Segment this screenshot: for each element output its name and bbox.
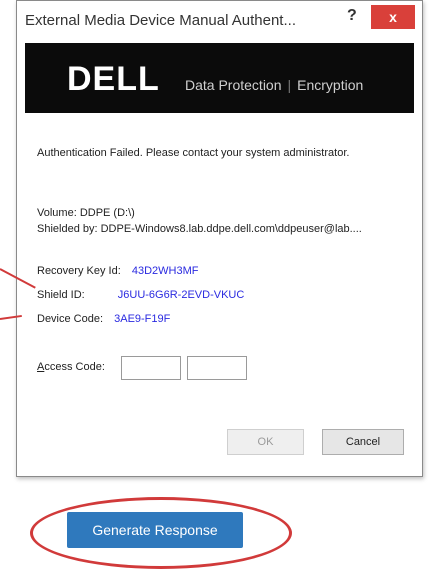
- window-title: External Media Device Manual Authent...: [25, 12, 296, 29]
- cancel-button[interactable]: Cancel: [322, 429, 404, 455]
- shield-id-row: Shield ID: J6UU-6G6R-2EVD-VKUC: [37, 289, 244, 301]
- shield-id-label: Shield ID:: [37, 289, 85, 301]
- volume-value: DDPE (D:\): [79, 207, 135, 219]
- access-code-input-2[interactable]: [187, 356, 247, 380]
- access-code-input-1[interactable]: [121, 356, 181, 380]
- background-window-edge: [0, 190, 17, 250]
- device-code-label: Device Code:: [37, 313, 104, 325]
- ok-button[interactable]: OK: [227, 429, 304, 455]
- shielded-by-value: DDPE-Windows8.lab.ddpe.dell.com\ddpeuser…: [100, 223, 362, 235]
- title-bar: External Media Device Manual Authent... …: [17, 1, 422, 41]
- status-message: Authentication Failed. Please contact yo…: [37, 147, 350, 159]
- recovery-key-label: Recovery Key Id:: [37, 265, 121, 277]
- shielded-by-row: Shielded by: DDPE-Windows8.lab.ddpe.dell…: [37, 223, 362, 235]
- volume-row: Volume: DDPE (D:\): [37, 207, 135, 219]
- device-code-row: Device Code: 3AE9-F19F: [37, 313, 170, 325]
- device-code-value: 3AE9-F19F: [114, 313, 171, 325]
- product-name: Data Protection | Encryption: [185, 77, 363, 93]
- shield-id-value: J6UU-6G6R-2EVD-VKUC: [117, 289, 245, 301]
- manual-authentication-dialog: External Media Device Manual Authent... …: [16, 0, 423, 477]
- close-button[interactable]: x: [371, 5, 415, 29]
- product-name-left: Data Protection: [185, 77, 282, 93]
- access-code-label: Access Code:: [37, 361, 105, 373]
- generate-response-button[interactable]: Generate Response: [67, 512, 243, 548]
- access-code-label-rest: ccess Code:: [44, 361, 105, 373]
- product-name-right: Encryption: [297, 77, 364, 93]
- dell-logo: DELL: [67, 60, 160, 98]
- dell-banner: DELL Data Protection | Encryption: [25, 43, 414, 113]
- product-separator: |: [287, 77, 292, 93]
- shielded-by-label: Shielded by:: [37, 223, 98, 235]
- recovery-key-value: 43D2WH3MF: [131, 265, 199, 277]
- volume-label: Volume:: [37, 207, 77, 219]
- recovery-key-row: Recovery Key Id: 43D2WH3MF: [37, 265, 198, 277]
- help-button[interactable]: ?: [347, 7, 357, 25]
